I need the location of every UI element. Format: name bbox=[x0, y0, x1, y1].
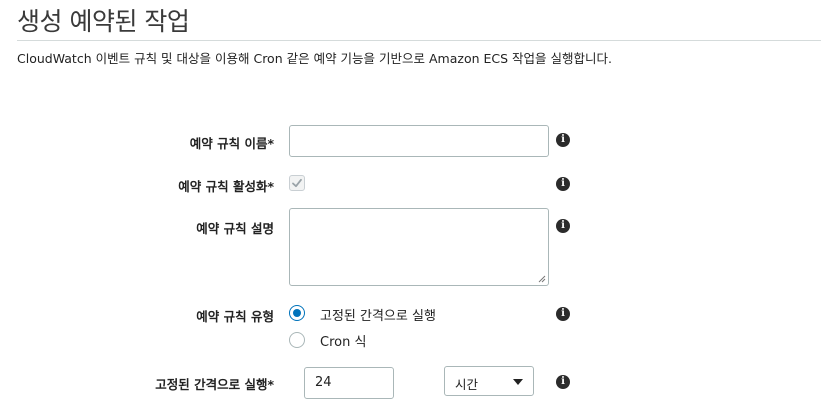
info-icon[interactable]: i bbox=[556, 375, 570, 389]
caret-down-icon bbox=[513, 379, 523, 385]
check-icon bbox=[292, 178, 302, 188]
info-icon[interactable]: i bbox=[556, 177, 570, 191]
resize-grip-icon[interactable] bbox=[538, 275, 546, 283]
rule-description-textarea[interactable] bbox=[289, 208, 549, 286]
rule-description-label: 예약 규칙 설명 bbox=[196, 221, 274, 236]
title-divider bbox=[17, 40, 821, 41]
fixed-interval-label: 고정된 간격으로 실행* bbox=[155, 377, 274, 392]
page-title: 생성 예약된 작업 bbox=[17, 7, 190, 36]
page-description: CloudWatch 이벤트 규칙 및 대상을 이용해 Cron 같은 예약 기… bbox=[17, 51, 612, 66]
rule-name-label: 예약 규칙 이름* bbox=[189, 136, 274, 151]
rule-name-input[interactable] bbox=[289, 125, 549, 157]
rule-enabled-checkbox[interactable] bbox=[289, 175, 305, 191]
interval-unit-select[interactable]: 시간 bbox=[444, 366, 534, 396]
radio-cron-expression-label[interactable]: Cron 식 bbox=[320, 331, 366, 350]
radio-fixed-interval[interactable] bbox=[289, 305, 305, 321]
rule-enabled-label: 예약 규칙 활성화* bbox=[178, 179, 274, 194]
radio-fixed-interval-label[interactable]: 고정된 간격으로 실행 bbox=[320, 305, 436, 324]
interval-value-input[interactable]: 24 bbox=[304, 367, 394, 399]
info-icon[interactable]: i bbox=[556, 133, 570, 147]
interval-unit-value: 시간 bbox=[455, 377, 479, 392]
radio-cron-expression[interactable] bbox=[289, 332, 305, 348]
rule-type-label: 예약 규칙 유형 bbox=[196, 309, 274, 324]
info-icon[interactable]: i bbox=[556, 219, 570, 233]
info-icon[interactable]: i bbox=[556, 307, 570, 321]
